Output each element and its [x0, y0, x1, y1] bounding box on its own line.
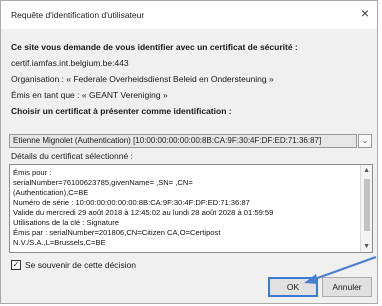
annotation-arrow-head [304, 274, 318, 284]
annotation-arrow-line [311, 256, 377, 281]
arrow-annotation-icon [304, 256, 377, 284]
